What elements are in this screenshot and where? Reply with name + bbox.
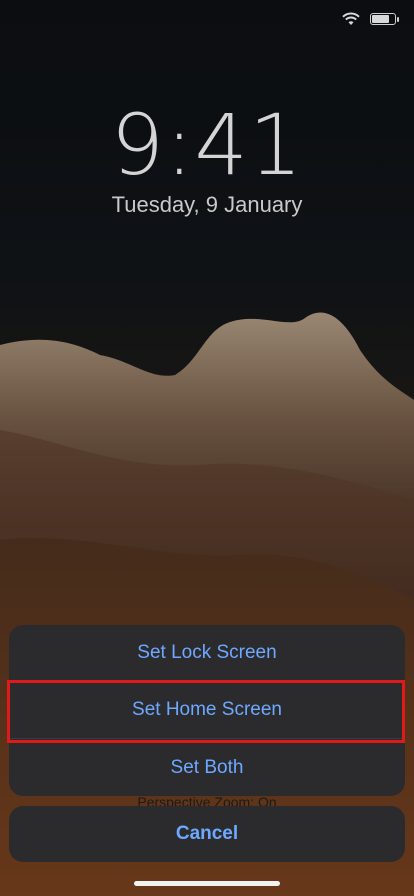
lock-screen-date: Tuesday, 9 January: [111, 192, 303, 217]
highlight-box: [7, 680, 405, 743]
cancel-button[interactable]: Cancel: [9, 806, 405, 862]
battery-fill: [372, 15, 390, 23]
lock-screen-time: 9:41: [110, 96, 304, 194]
wifi-icon: [342, 12, 360, 25]
battery-icon: [370, 13, 399, 25]
set-both-button[interactable]: Set Both: [9, 739, 405, 796]
home-indicator[interactable]: [134, 881, 280, 886]
set-lock-screen-button[interactable]: Set Lock Screen: [9, 625, 405, 682]
status-bar: [342, 12, 399, 26]
